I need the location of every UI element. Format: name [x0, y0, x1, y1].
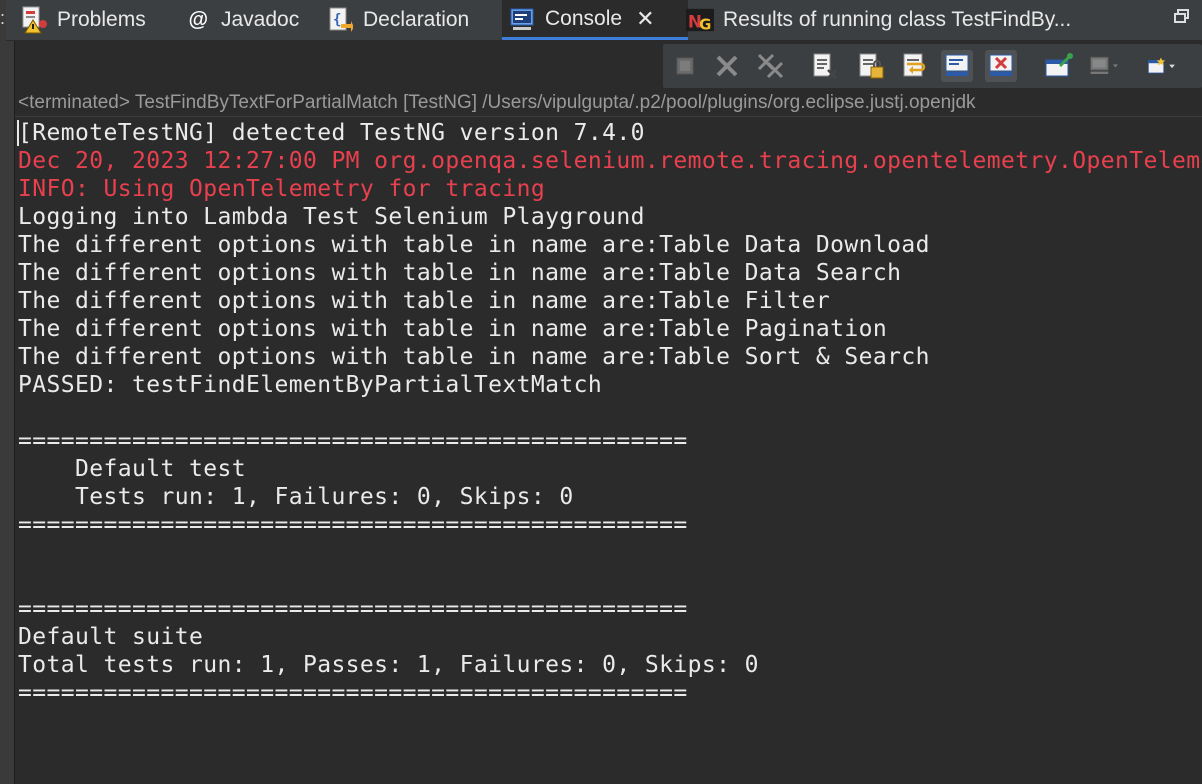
javadoc-icon: @ — [188, 8, 208, 31]
console-launch-description: <terminated> TestFindByTextForPartialMat… — [15, 90, 1202, 117]
word-wrap-icon[interactable] — [899, 50, 931, 82]
left-gutter — [0, 40, 15, 784]
close-icon[interactable]: ✕ — [636, 6, 654, 32]
console-line: Total tests run: 1, Passes: 1, Failures:… — [18, 652, 759, 678]
tab-declaration[interactable]: { Declaration — [326, 0, 469, 40]
console-line: INFO: Using OpenTelemetry for tracing — [18, 176, 546, 202]
tab-problems[interactable]: Problems — [20, 0, 146, 40]
console-line: Default test — [18, 456, 246, 482]
clear-console-icon[interactable] — [809, 50, 841, 82]
declaration-icon: { — [326, 6, 354, 34]
tab-label: Results of running class TestFindBy... — [723, 8, 1072, 31]
show-on-stderr-icon[interactable] — [985, 50, 1017, 82]
console-line: Dec 20, 2023 12:27:00 PM org.openqa.sele… — [18, 148, 1202, 174]
pin-console-icon[interactable] — [1043, 50, 1075, 82]
tab-label: Console — [545, 6, 623, 30]
problems-icon — [20, 6, 48, 34]
open-console-icon[interactable] — [1147, 50, 1179, 82]
eclipse-console-view: : Problems @ Javadoc {Declaration Conso… — [0, 0, 1202, 784]
console-line: Logging into Lambda Test Selenium Playgr… — [18, 204, 645, 230]
tab-testng-results[interactable]: N G Results of running class TestFindBy.… — [686, 0, 1071, 40]
console-toolbar — [15, 40, 1202, 90]
console-line: Default suite — [18, 624, 204, 650]
console-line: ========================================… — [18, 680, 688, 706]
console-line: PASSED: testFindElementByPartialTextMatc… — [18, 372, 603, 398]
tab-label: Javadoc — [221, 8, 300, 31]
console-line: The different options with table in name… — [18, 288, 831, 314]
console-line: The different options with table in name… — [18, 344, 930, 370]
console-line: The different options with table in name… — [18, 260, 902, 286]
show-on-stdout-icon[interactable] — [941, 50, 973, 82]
launch-description-text: <terminated> TestFindByTextForPartialMat… — [18, 92, 976, 113]
remove-launch-icon[interactable] — [711, 50, 743, 82]
console-line: ========================================… — [18, 596, 688, 622]
console-output[interactable]: [RemoteTestNG] detected TestNG version 7… — [15, 117, 1202, 784]
console-line: The different options with table in name… — [18, 232, 930, 258]
console-line: ========================================… — [18, 512, 688, 538]
tab-console[interactable]: Console ✕ — [502, 0, 688, 40]
console-line: The different options with table in name… — [18, 316, 888, 342]
toolbar-button-group — [663, 44, 1202, 88]
console-line: Tests run: 1, Failures: 0, Skips: 0 — [18, 484, 574, 510]
terminate-icon[interactable] — [669, 50, 701, 82]
console-line: [RemoteTestNG] detected TestNG version 7… — [18, 120, 645, 146]
console-line: ========================================… — [18, 428, 688, 454]
svg-text:{: { — [333, 12, 341, 28]
tab-label: Problems — [57, 8, 146, 31]
tab-label: Declaration — [363, 8, 470, 31]
left-edge-glyph: : — [0, 8, 6, 28]
restore-icon[interactable] — [1174, 9, 1190, 23]
scroll-lock-icon[interactable] — [855, 50, 887, 82]
svg-text:G: G — [699, 15, 711, 33]
display-console-icon[interactable] — [1089, 50, 1121, 82]
view-tab-bar: Problems @ Javadoc { Declaration Console… — [6, 0, 1202, 41]
testng-icon: N G — [686, 6, 714, 34]
console-icon — [508, 5, 536, 33]
remove-all-terminated-icon[interactable] — [755, 50, 787, 82]
tab-javadoc[interactable]: @ Javadoc — [184, 0, 299, 40]
